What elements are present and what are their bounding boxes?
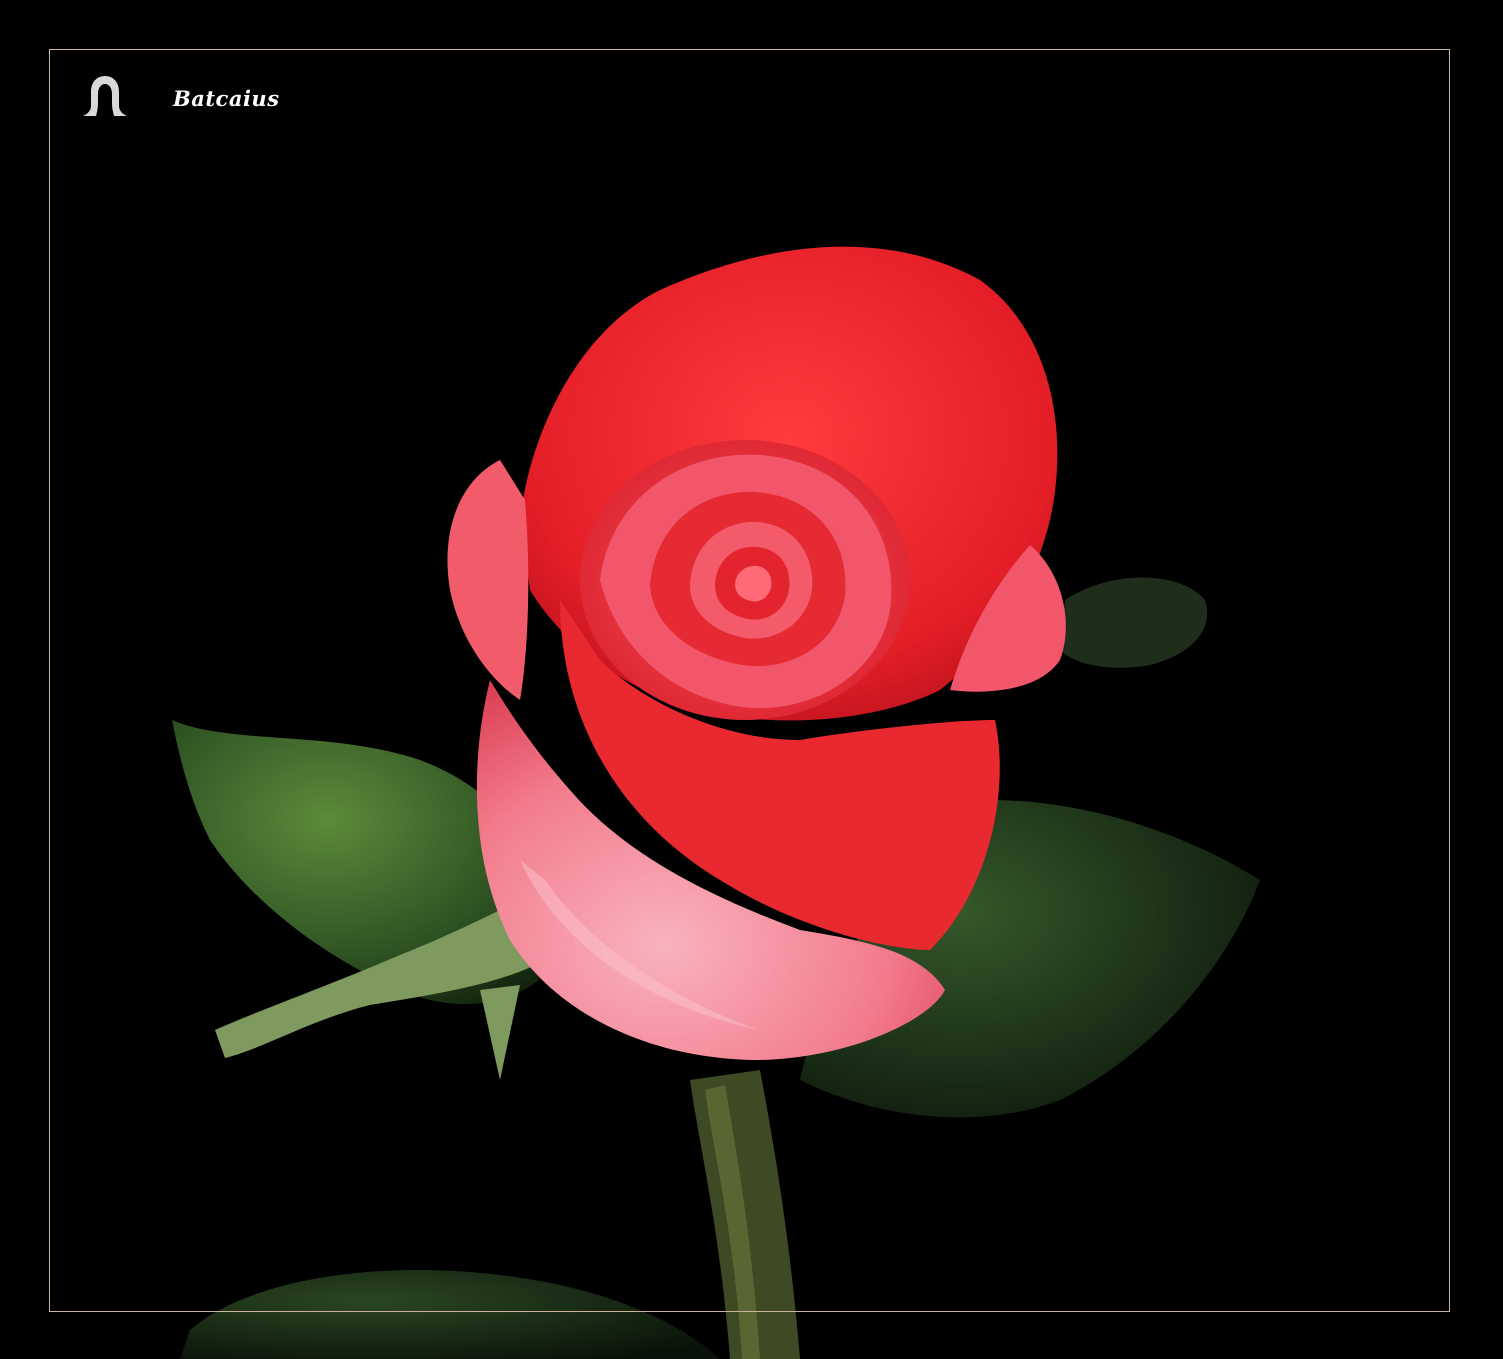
watermark-signature: Batcaius <box>173 86 280 111</box>
hooded-figure-icon <box>83 76 127 116</box>
photo-frame-border <box>49 49 1450 1312</box>
